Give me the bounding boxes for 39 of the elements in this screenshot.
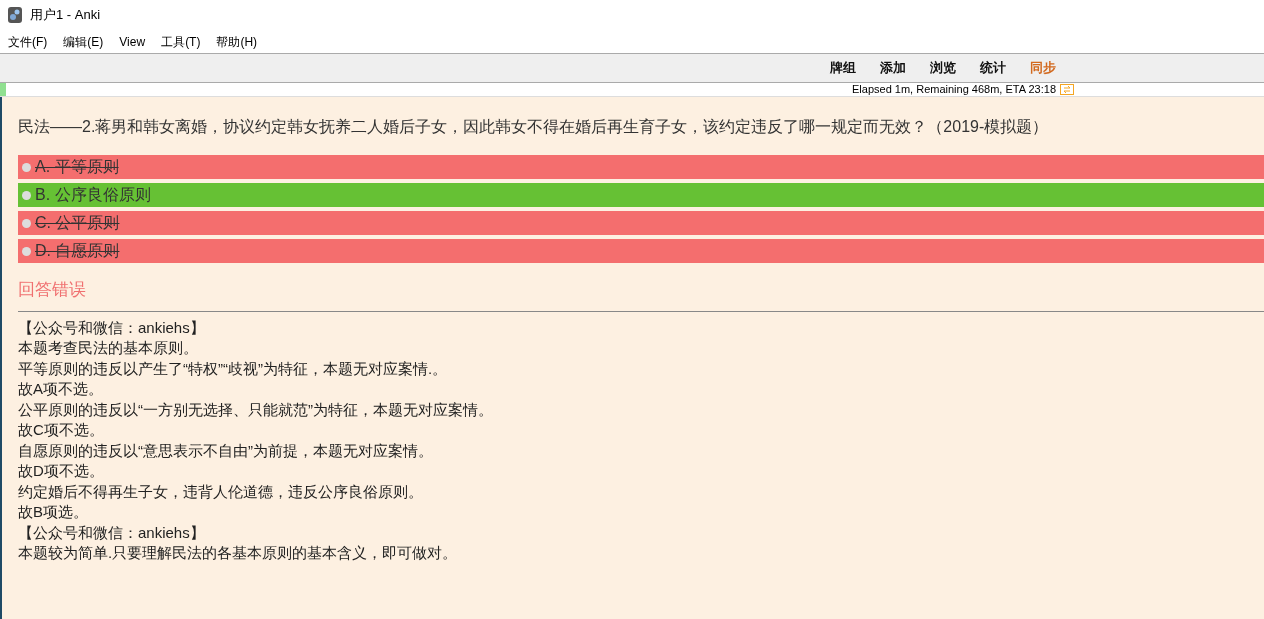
toolbar-link[interactable]: 统计 xyxy=(980,58,1006,78)
explanation-line: 自愿原则的违反以“意思表示不自由”为前提，本题无对应案情。 xyxy=(18,440,434,461)
radio-icon xyxy=(22,246,31,256)
explanation-line: 约定婚后不得再生子女，违背人伦道德，违反公序良俗原则。 xyxy=(18,481,424,502)
result-text: 回答错误 xyxy=(18,279,87,301)
menu-item[interactable]: 文件(F) xyxy=(8,32,48,51)
radio-icon xyxy=(22,190,31,200)
explanation-line: 公平原则的违反以“一方别无选择、只能就范”为特征，本题无对应案情。 xyxy=(18,399,494,420)
menu-item[interactable]: View xyxy=(119,32,146,51)
explanation-line: 本题考查民法的基本原则。 xyxy=(18,338,199,358)
option-label: C. 公平原则 xyxy=(35,213,120,233)
option-label: D. 自愿原则 xyxy=(35,241,120,261)
explanation-line: 【公众号和微信：ankiehs】 xyxy=(18,317,206,338)
question-text: 民法——2.蒋男和韩女离婚，协议约定韩女抚养二人婚后子女，因此韩女不得在婚后再生育子女，该约定违反了哪一规定而无效？（2019-模拟题） xyxy=(18,117,1050,137)
option-label: A. 平等原则 xyxy=(35,157,119,177)
answer-option[interactable]: C. 公平原则 xyxy=(18,211,1264,235)
explanation-line: 本题较为简单.只要理解民法的各基本原则的基本含义，即可做对。 xyxy=(18,543,459,563)
option-label: B. 公序良俗原则 xyxy=(35,185,151,205)
window-title: 用户1 - Anki xyxy=(30,6,101,25)
progress-text: Elapsed 1m, Remaining 468m, ETA 23:18 xyxy=(852,84,1057,95)
answer-option[interactable]: A. 平等原则 xyxy=(18,155,1264,179)
explanation-line: 【公众号和微信：ankiehs】 xyxy=(18,522,206,543)
menu-item[interactable]: 帮助(H) xyxy=(216,32,258,51)
menu-item[interactable]: 工具(T) xyxy=(161,32,201,51)
refresh-icon[interactable] xyxy=(1060,84,1075,95)
app-icon xyxy=(8,7,22,23)
explanation-line: 故C项不选。 xyxy=(18,420,105,440)
toolbar-link[interactable]: 牌组 xyxy=(830,58,856,78)
explanation-line: 故B项选。 xyxy=(18,502,89,522)
answer-option[interactable]: B. 公序良俗原则 xyxy=(18,183,1264,207)
toolbar-link[interactable]: 浏览 xyxy=(930,58,956,78)
radio-icon xyxy=(22,218,31,228)
answer-option[interactable]: D. 自愿原则 xyxy=(18,239,1264,263)
explanation-line: 故D项不选。 xyxy=(18,461,105,481)
radio-icon xyxy=(22,162,31,172)
explanation-line: 平等原则的违反以产生了“特权”“歧视”为特征，本题无对应案情.。 xyxy=(18,358,449,379)
toolbar-link[interactable]: 添加 xyxy=(880,58,906,78)
explanation-line: 故A项不选。 xyxy=(18,379,104,399)
menu-item[interactable]: 编辑(E) xyxy=(63,32,104,51)
